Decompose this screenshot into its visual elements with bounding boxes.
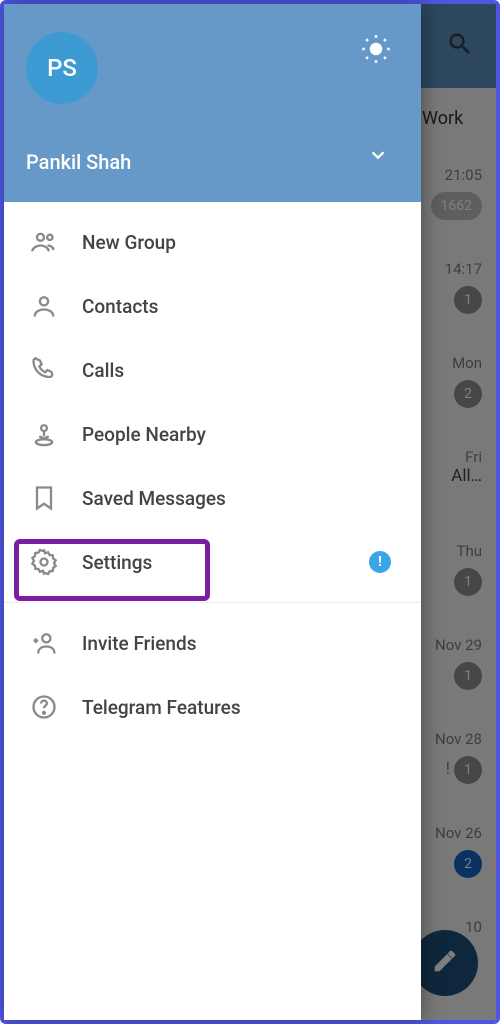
menu-divider (4, 602, 421, 603)
avatar[interactable]: PS (26, 32, 98, 104)
drawer-menu: New Group Contacts Calls People Nearby (4, 202, 421, 1020)
menu-new-group[interactable]: New Group (4, 210, 421, 274)
gear-icon (30, 548, 82, 576)
menu-label: Saved Messages (82, 487, 421, 510)
avatar-initials: PS (47, 54, 77, 82)
navigation-drawer: PS Pankil Shah New Group Contacts (4, 4, 421, 1020)
drawer-header: PS Pankil Shah (4, 4, 421, 202)
person-icon (30, 292, 82, 320)
menu-label: People Nearby (82, 423, 421, 446)
menu-contacts[interactable]: Contacts (4, 274, 421, 338)
menu-calls[interactable]: Calls (4, 338, 421, 402)
menu-saved-messages[interactable]: Saved Messages (4, 466, 421, 530)
group-icon (30, 228, 82, 256)
menu-label: New Group (82, 231, 421, 254)
add-person-icon (30, 629, 82, 657)
profile-name: Pankil Shah (26, 150, 131, 174)
people-nearby-icon (30, 420, 82, 448)
bookmark-icon (30, 484, 82, 512)
menu-label: Telegram Features (82, 696, 421, 719)
menu-invite-friends[interactable]: Invite Friends (4, 611, 421, 675)
sun-icon[interactable] (361, 34, 391, 68)
menu-label: Contacts (82, 295, 421, 318)
menu-label: Invite Friends (82, 632, 421, 655)
menu-telegram-features[interactable]: Telegram Features (4, 675, 421, 739)
menu-label: Calls (82, 359, 421, 382)
help-icon (30, 693, 82, 721)
chevron-down-icon[interactable] (367, 144, 389, 170)
menu-settings[interactable]: Settings ! (4, 530, 421, 594)
phone-icon (30, 356, 82, 384)
menu-people-nearby[interactable]: People Nearby (4, 402, 421, 466)
alert-badge: ! (369, 551, 391, 573)
